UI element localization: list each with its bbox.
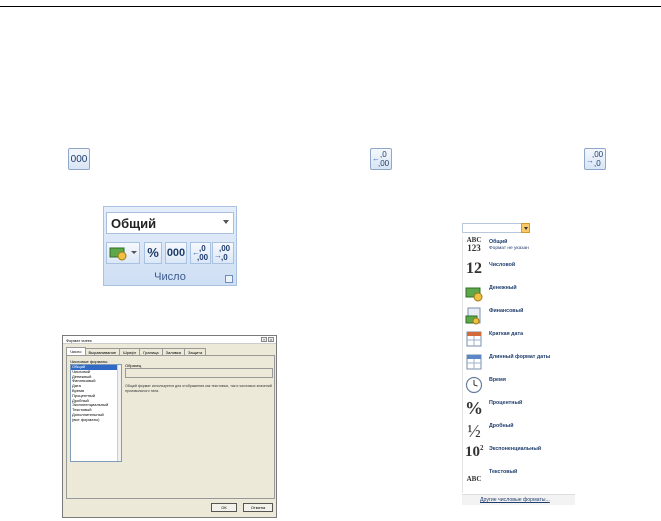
decrease-decimal-bottom: ,0 — [594, 159, 601, 168]
format-description: Общий формат используется для отображени… — [125, 384, 272, 393]
cancel-button[interactable]: Отмена — [243, 503, 273, 512]
thousands-label: 000 — [70, 154, 88, 165]
format-item-number[interactable]: 12 Числовой — [463, 259, 576, 282]
list-item[interactable]: (все форматы) — [71, 417, 121, 423]
format-item-fraction[interactable]: ½ Дробный — [463, 420, 576, 443]
dialog-titlebar: Формат ячеек ? X — [63, 336, 276, 344]
format-item-currency[interactable]: Денежный — [463, 282, 576, 305]
format-label: Текстовый — [489, 469, 518, 475]
dialog-launcher-icon[interactable] — [225, 275, 233, 283]
format-item-text[interactable]: ABC Текстовый — [463, 466, 576, 489]
arrow-left-icon: ← — [372, 154, 380, 163]
accounting-icon — [465, 307, 481, 325]
format-label: Дробный — [489, 423, 514, 429]
format-item-accounting[interactable]: Финансовый — [463, 305, 576, 328]
dropdown-list: ABC 123 Общий Формат не указан 12 Числов… — [462, 236, 575, 493]
arrow-left-icon: ← — [192, 248, 200, 257]
categories-scrollbar[interactable] — [117, 365, 121, 461]
exponent-icon: 102 — [465, 444, 484, 460]
percent-button[interactable]: % — [144, 242, 162, 264]
dialog-title: Формат ячеек — [66, 338, 92, 343]
tab-number[interactable]: Число — [66, 347, 86, 355]
dialog-panel: Числовые форматы: Общий Числовой Денежны… — [66, 355, 275, 499]
arrow-right-icon: → — [586, 156, 594, 165]
format-label: Экспоненциальный — [489, 446, 542, 452]
percent-icon: % — [465, 398, 483, 418]
more-number-formats-link[interactable]: Другие числовые форматы... — [462, 494, 575, 505]
number-format-select[interactable]: Общий — [106, 212, 234, 234]
tab-font[interactable]: Шрифт — [119, 348, 141, 355]
format-label: Процентный — [489, 400, 523, 406]
format-cells-dialog: Формат ячеек ? X Число Выравнивание Шриф… — [62, 335, 277, 518]
format-item-general[interactable]: ABC 123 Общий Формат не указан — [463, 236, 576, 259]
format-label: Финансовый — [489, 308, 524, 314]
chevron-down-icon[interactable] — [521, 223, 530, 233]
format-label: Числовой — [489, 262, 516, 268]
ribbon-number-group: Общий % 000 ,0 ,00 ← ,00 ,0 → Число — [103, 206, 237, 286]
help-button[interactable]: ? — [261, 337, 267, 342]
money-icon — [465, 287, 483, 302]
format-label: Краткая дата — [489, 331, 524, 337]
thousands-separator-icon[interactable]: 000 — [68, 148, 90, 170]
increase-decimal-button[interactable]: ,0 ,00 ← — [190, 242, 211, 264]
format-item-percentage[interactable]: % Процентный — [463, 397, 576, 420]
calendar-icon — [466, 331, 482, 347]
format-label: Общий — [489, 239, 508, 245]
more-formats-label: Другие числовые форматы... — [480, 497, 550, 503]
fraction-icon: ½ — [467, 421, 481, 441]
increase-decimal-top: ,0 — [380, 150, 387, 159]
arrow-right-icon: → — [214, 251, 222, 260]
format-item-scientific[interactable]: 102 Экспоненциальный — [463, 443, 576, 466]
number-format-dropdown: ABC 123 Общий Формат не указан 12 Числов… — [462, 223, 575, 507]
number-format-value: Общий — [111, 216, 157, 231]
chevron-down-icon — [223, 220, 229, 224]
format-sub: Формат не указан — [489, 246, 529, 251]
dec-bottom: ,0 — [221, 253, 228, 262]
abc-icon: ABC — [466, 475, 482, 483]
format-label: Денежный — [489, 285, 517, 291]
chevron-down-icon — [131, 251, 137, 254]
format-label: Длинный формат даты — [489, 354, 551, 360]
money-icon — [109, 247, 127, 261]
close-button[interactable]: X — [268, 337, 274, 342]
currency-format-button[interactable] — [106, 242, 140, 264]
clock-icon — [465, 376, 483, 394]
sample-box — [125, 368, 273, 378]
dialog-tabs: Число Выравнивание Шрифт Граница Заливка… — [66, 347, 207, 355]
ok-button[interactable]: ОК — [211, 503, 237, 512]
format-item-short-date[interactable]: Краткая дата — [463, 328, 576, 351]
tab-alignment[interactable]: Выравнивание — [84, 348, 121, 355]
increase-decimal-icon[interactable]: ,0 ,00 ← — [370, 148, 392, 170]
dropdown-combo[interactable] — [462, 223, 530, 233]
categories-list[interactable]: Общий Числовой Денежный Финансовый Дата … — [70, 364, 122, 462]
thousands-button[interactable]: 000 — [165, 242, 187, 264]
number-12-icon: 12 — [466, 260, 482, 277]
tab-border[interactable]: Граница — [139, 348, 163, 355]
format-item-long-date[interactable]: Длинный формат даты — [463, 351, 576, 374]
calendar-icon — [466, 354, 482, 370]
tab-protection[interactable]: Защита — [184, 348, 207, 355]
decrease-decimal-icon[interactable]: ,00 ,0 → — [584, 148, 606, 170]
ribbon-group-label: Число — [154, 271, 186, 283]
decrease-decimal-button[interactable]: ,00 ,0 → — [212, 242, 234, 264]
top-rule — [0, 6, 661, 7]
inc-top: ,0 — [199, 244, 206, 253]
tab-fill[interactable]: Заливка — [161, 348, 185, 355]
format-label: Время — [489, 377, 506, 383]
abc-123-icon: ABC 123 — [466, 236, 482, 253]
format-item-time[interactable]: Время — [463, 374, 576, 397]
